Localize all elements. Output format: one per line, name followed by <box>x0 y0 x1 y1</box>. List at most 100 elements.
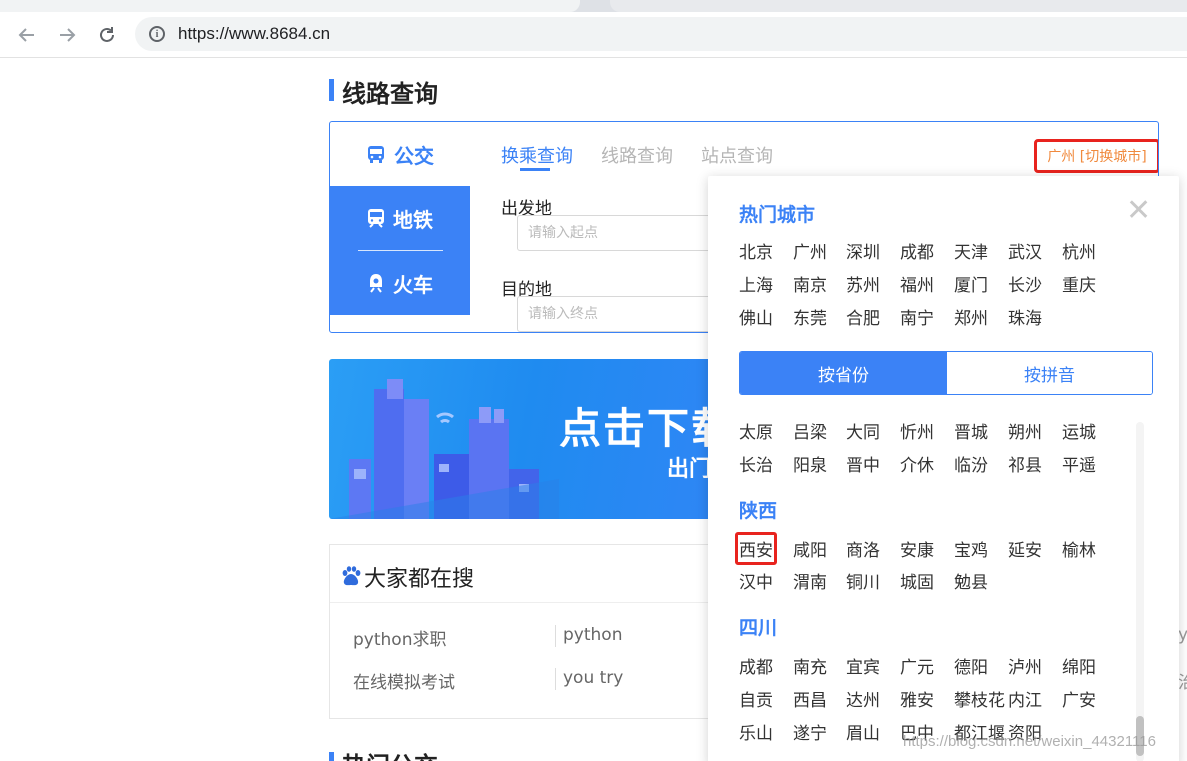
watermark: https://blog.csdn.net/weixin_44321116 <box>903 733 1156 750</box>
city-link[interactable]: 天津 <box>954 238 988 263</box>
city-link[interactable]: 勉县 <box>954 568 988 593</box>
city-link[interactable]: 延安 <box>1008 536 1042 561</box>
city-link[interactable]: 长治 <box>739 451 773 476</box>
city-link[interactable]: 佛山 <box>739 304 773 329</box>
next-section-title: 热门公交 <box>342 746 438 761</box>
city-link[interactable]: 深圳 <box>846 238 880 263</box>
city-link[interactable]: 珠海 <box>1008 304 1042 329</box>
city-link[interactable]: 广安 <box>1062 686 1096 711</box>
city-link[interactable]: 临汾 <box>954 451 988 476</box>
city-link[interactable]: 郑州 <box>954 304 988 329</box>
city-link[interactable]: 榆林 <box>1062 536 1096 561</box>
city-link[interactable]: 城固 <box>900 568 934 593</box>
city-link[interactable]: 祁县 <box>1008 451 1042 476</box>
city-link[interactable]: 合肥 <box>846 304 880 329</box>
sort-by-pinyin-button[interactable]: 按拼音 <box>947 352 1152 394</box>
mode-subway[interactable]: 地铁 <box>330 186 470 250</box>
browser-tab-inactive[interactable] <box>610 0 1187 12</box>
city-link[interactable]: 成都 <box>739 653 773 678</box>
from-input[interactable] <box>517 215 717 251</box>
popup-scrollbar[interactable] <box>1136 422 1144 761</box>
city-link[interactable]: 汉中 <box>739 568 773 593</box>
province-title-shaanxi: 陕西 <box>739 500 778 522</box>
city-link[interactable]: 东莞 <box>793 304 827 329</box>
city-link[interactable]: 渭南 <box>793 568 827 593</box>
reload-icon[interactable] <box>94 22 120 48</box>
city-link[interactable]: 南充 <box>793 653 827 678</box>
city-link[interactable]: 泸州 <box>1008 653 1042 678</box>
tab-transfer[interactable]: 换乘查询 <box>501 142 573 168</box>
baidu-paw-icon <box>342 566 361 586</box>
subway-icon <box>368 209 384 228</box>
city-link[interactable]: 吕梁 <box>793 418 827 443</box>
city-link[interactable]: 宝鸡 <box>954 536 988 561</box>
browser-tab-active[interactable] <box>0 0 580 12</box>
city-link[interactable]: 忻州 <box>900 418 934 443</box>
city-link[interactable]: 武汉 <box>1008 238 1042 263</box>
city-link[interactable]: 绵阳 <box>1062 653 1096 678</box>
city-link[interactable]: 广州 <box>793 238 827 263</box>
city-link[interactable]: 成都 <box>900 238 934 263</box>
city-link[interactable]: 雅安 <box>900 686 934 711</box>
city-link[interactable]: 长沙 <box>1008 271 1042 296</box>
city-link[interactable]: 运城 <box>1062 418 1096 443</box>
city-illustration <box>329 379 559 519</box>
city-link[interactable]: 厦门 <box>954 271 988 296</box>
city-link[interactable]: 晋城 <box>954 418 988 443</box>
city-link[interactable]: 德阳 <box>954 653 988 678</box>
city-link[interactable]: 南京 <box>793 271 827 296</box>
keyword-link[interactable]: 在线模拟考试 <box>353 668 455 693</box>
city-link[interactable]: 北京 <box>739 238 773 263</box>
city-link[interactable]: 自贡 <box>739 686 773 711</box>
close-icon[interactable]: ✕ <box>1126 196 1151 226</box>
city-link[interactable]: 铜川 <box>846 568 880 593</box>
mode-bus[interactable]: 公交 <box>330 122 470 186</box>
address-bar[interactable]: i https://www.8684.cn <box>135 17 1187 51</box>
keyword-link[interactable]: you try <box>563 668 623 688</box>
city-link[interactable]: 宜宾 <box>846 653 880 678</box>
back-arrow-icon[interactable] <box>14 22 40 48</box>
city-link[interactable]: 南宁 <box>900 304 934 329</box>
tab-active-underline <box>520 168 550 171</box>
city-link[interactable]: 达州 <box>846 686 880 711</box>
app-download-banner[interactable]: 点击下载 出门 <box>329 359 719 519</box>
city-link[interactable]: 商洛 <box>846 536 880 561</box>
city-link[interactable]: 上海 <box>739 271 773 296</box>
banner-title: 点击下载 <box>559 404 719 453</box>
city-link[interactable]: 太原 <box>739 418 773 443</box>
banner-subtitle: 出门 <box>667 457 712 482</box>
to-input[interactable] <box>517 296 717 332</box>
city-link[interactable]: 苏州 <box>846 271 880 296</box>
mode-train[interactable]: 火车 <box>330 251 470 315</box>
city-link[interactable]: 重庆 <box>1062 271 1096 296</box>
city-link[interactable]: 乐山 <box>739 719 773 744</box>
keyword-link[interactable]: python求职 <box>353 625 446 650</box>
tab-station[interactable]: 站点查询 <box>701 142 773 168</box>
sort-by-province-button[interactable]: 按省份 <box>740 352 947 394</box>
site-info-icon[interactable]: i <box>149 26 165 42</box>
city-link[interactable]: 晋中 <box>846 451 880 476</box>
tab-line[interactable]: 线路查询 <box>601 142 673 168</box>
keyword-link[interactable]: python <box>563 625 622 645</box>
city-link[interactable]: 阳泉 <box>793 451 827 476</box>
switch-city-button[interactable]: 广州 [切换城市] <box>1034 139 1158 173</box>
city-link[interactable]: 西昌 <box>793 686 827 711</box>
forward-arrow-icon[interactable] <box>54 22 80 48</box>
city-link[interactable]: 平遥 <box>1062 451 1096 476</box>
city-link[interactable]: 咸阳 <box>793 536 827 561</box>
city-link[interactable]: 大同 <box>846 418 880 443</box>
mode-train-label: 火车 <box>393 272 433 297</box>
city-link-xian-selected[interactable]: 西安 <box>735 532 777 565</box>
city-link[interactable]: 杭州 <box>1062 238 1096 263</box>
city-link[interactable]: 眉山 <box>846 719 880 744</box>
city-link[interactable]: 福州 <box>900 271 934 296</box>
keyword-separator <box>555 668 556 690</box>
city-link[interactable]: 遂宁 <box>793 719 827 744</box>
city-link[interactable]: 攀枝花 <box>954 686 1005 711</box>
popular-search-panel: 大家都在搜 python求职 python 在线模拟考试 you try <box>329 544 729 719</box>
city-link[interactable]: 内江 <box>1008 686 1042 711</box>
city-link[interactable]: 安康 <box>900 536 934 561</box>
city-link[interactable]: 广元 <box>900 653 934 678</box>
city-link[interactable]: 朔州 <box>1008 418 1042 443</box>
city-link[interactable]: 介休 <box>900 451 934 476</box>
